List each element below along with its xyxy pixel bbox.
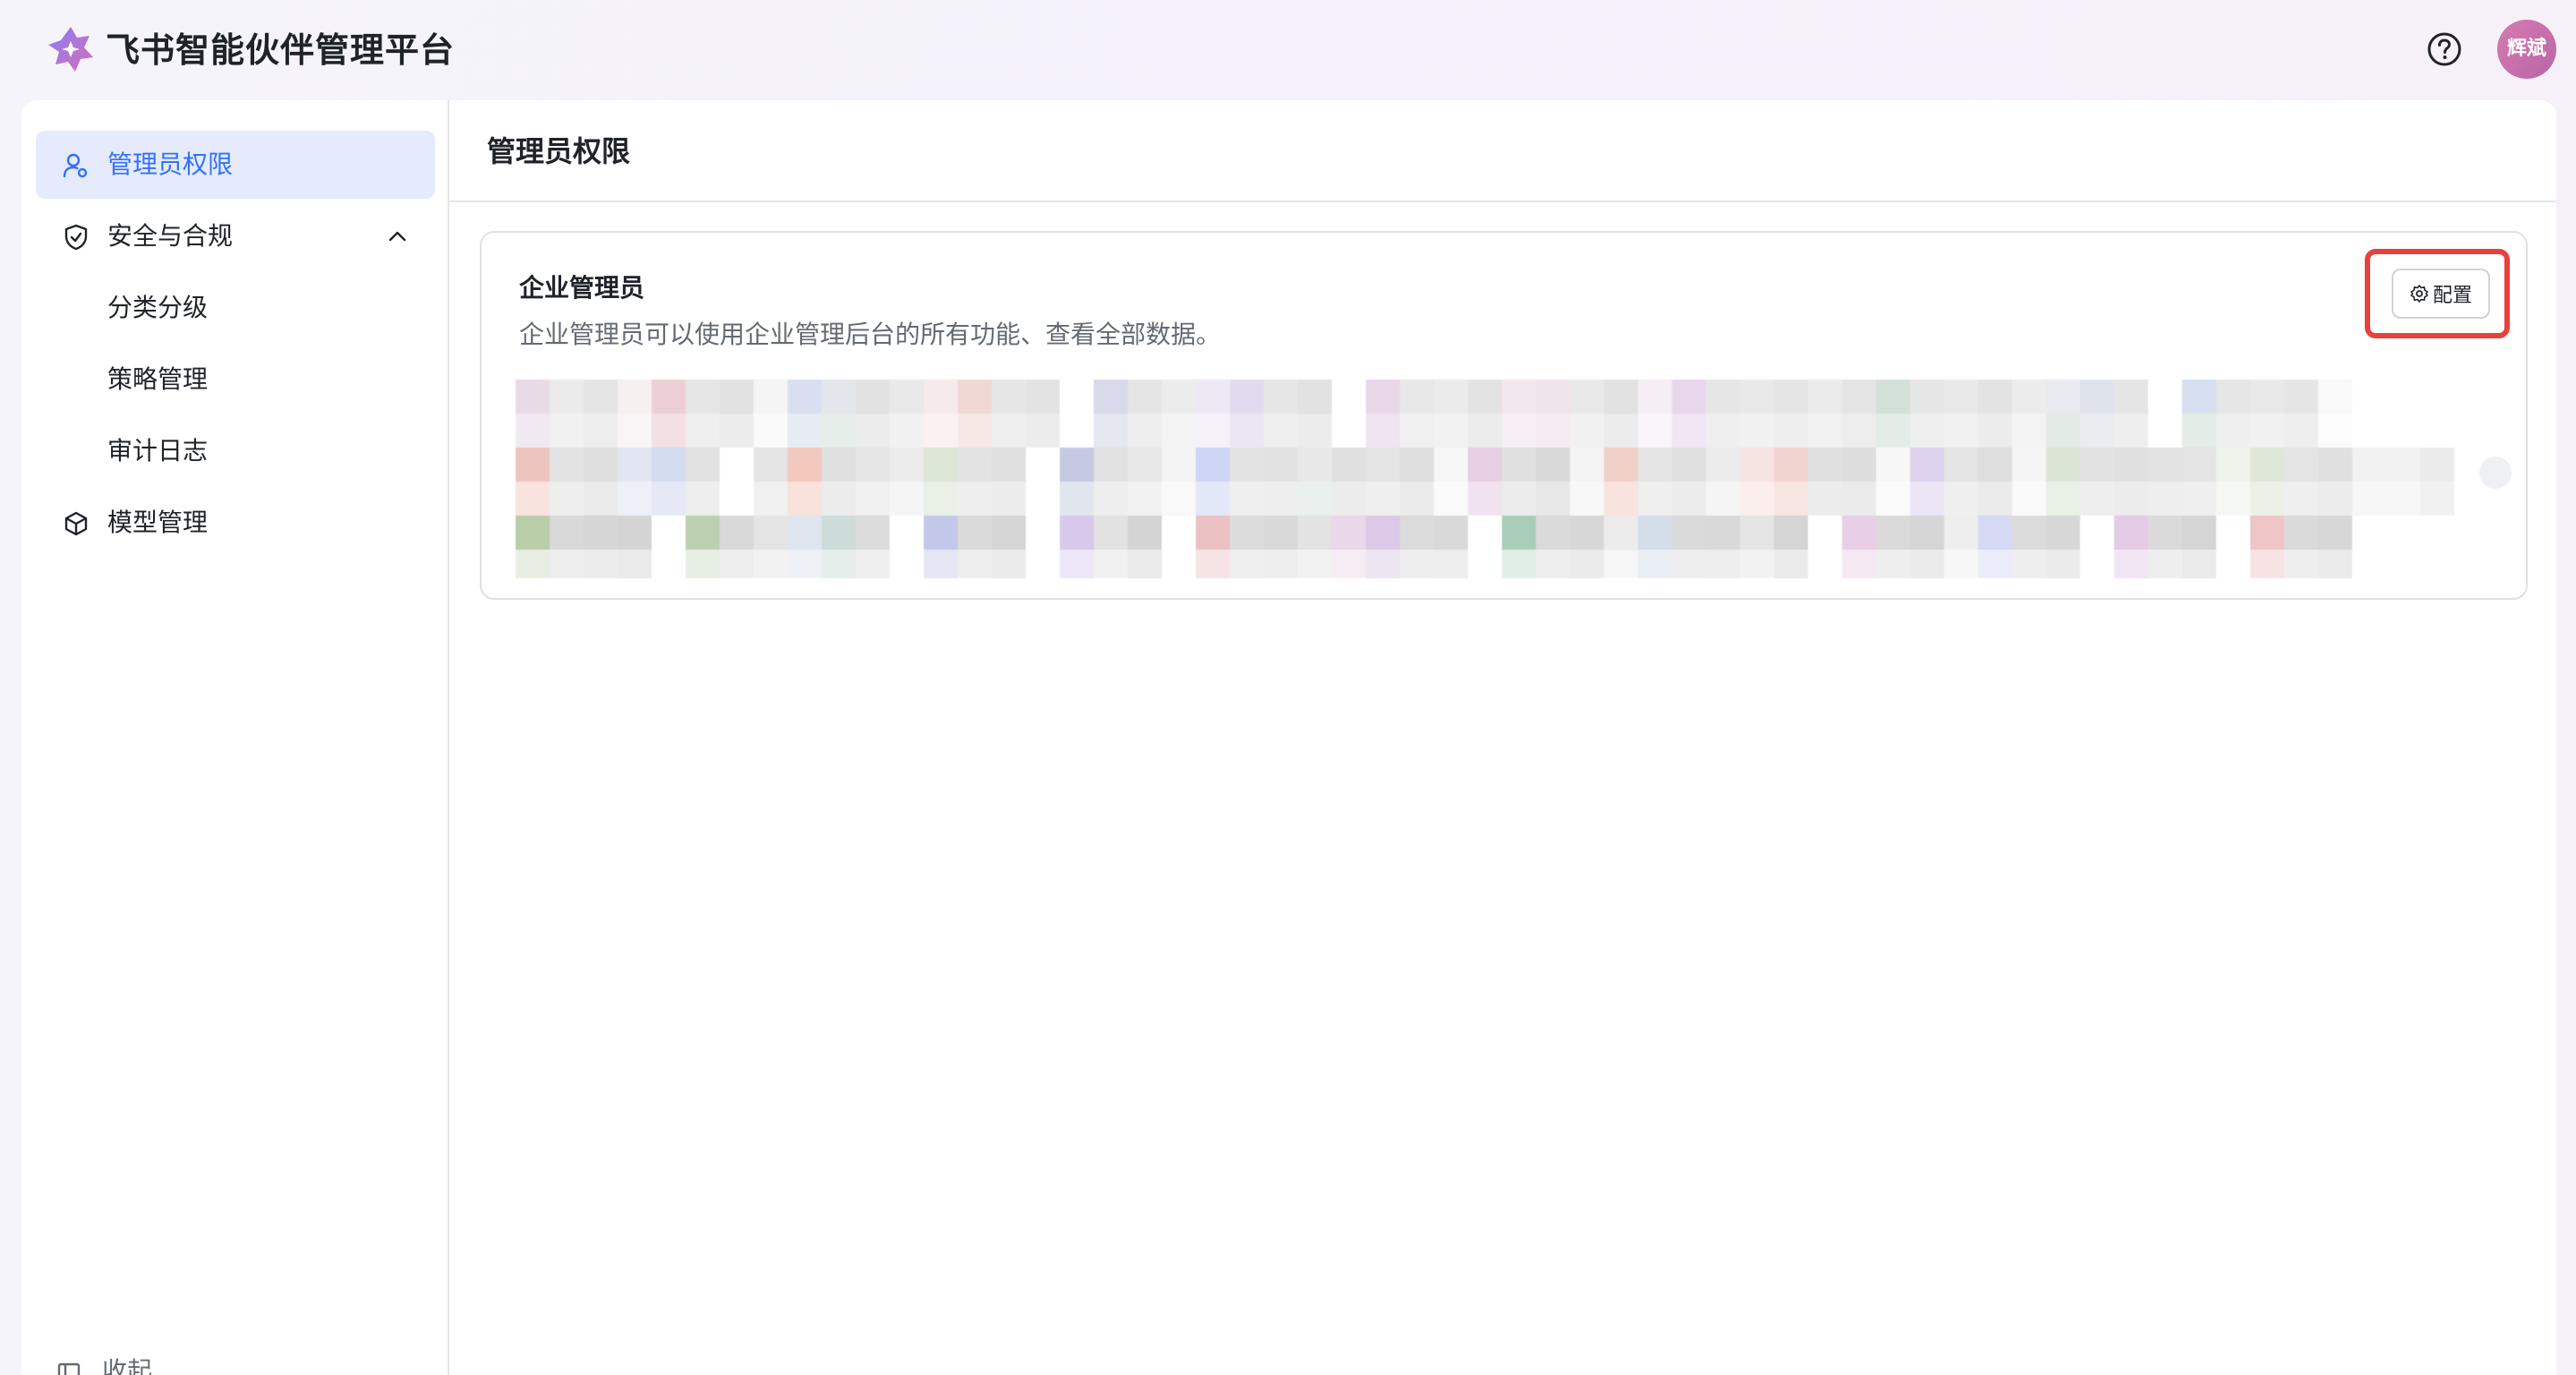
sidebar-item-label: 分类分级 xyxy=(107,293,209,322)
sidebar-item-label: 模型管理 xyxy=(107,508,209,537)
more-actions-icon[interactable] xyxy=(2479,457,2512,489)
card-title: 企业管理员 xyxy=(519,273,645,303)
mosaic-row xyxy=(516,482,2454,516)
sidebar-item-audit-log[interactable]: 审计日志 xyxy=(36,417,435,485)
cube-icon xyxy=(64,511,88,536)
collapse-icon xyxy=(57,1362,81,1375)
app-title: 飞书智能伙伴管理平台 xyxy=(106,30,456,70)
enterprise-admin-card: 企业管理员 企业管理员可以使用企业管理后台的所有功能、查看全部数据。 配置 xyxy=(480,231,2528,600)
gear-icon xyxy=(2410,285,2428,303)
mosaic-row xyxy=(516,414,2352,448)
sidebar-item-label: 管理员权限 xyxy=(107,149,234,179)
main-content: 管理员权限 企业管理员 企业管理员可以使用企业管理后台的所有功能、查看全部数据。… xyxy=(449,100,2556,1375)
help-circle-icon[interactable] xyxy=(2426,30,2463,68)
mosaic-row xyxy=(516,448,2454,482)
mosaic-row xyxy=(516,380,2352,414)
sidebar-item-admin-permissions[interactable]: 管理员权限 xyxy=(36,131,435,199)
mosaic-row xyxy=(516,516,2352,550)
page-title: 管理员权限 xyxy=(487,134,631,168)
sidebar-item-policy-management[interactable]: 策略管理 xyxy=(36,346,435,414)
page-header: 管理员权限 xyxy=(449,100,2556,202)
sidebar-collapse[interactable]: 收起 xyxy=(57,1354,152,1375)
sidebar-item-label: 审计日志 xyxy=(107,436,209,465)
sidebar-item-label: 安全与合规 xyxy=(107,221,234,251)
feishu-logo[interactable] xyxy=(45,23,97,75)
chevron-up-icon[interactable] xyxy=(387,226,408,247)
admin-members-redacted xyxy=(516,380,2479,578)
mosaic-row xyxy=(516,550,2352,578)
config-button[interactable]: 配置 xyxy=(2392,269,2490,319)
config-button-label: 配置 xyxy=(2432,285,2472,307)
user-settings-icon xyxy=(63,153,88,178)
collapse-label: 收起 xyxy=(102,1356,153,1375)
sidebar-item-security-compliance[interactable]: 安全与合规 xyxy=(36,202,435,270)
top-bar: 飞书智能伙伴管理平台 辉斌 xyxy=(0,0,2576,100)
sidebar: 管理员权限 安全与合规 分类分级 策略管理 审计日志 模型管理 收起 xyxy=(21,100,449,1375)
sidebar-item-model-management[interactable]: 模型管理 xyxy=(36,489,435,557)
avatar[interactable]: 辉斌 xyxy=(2497,20,2556,79)
sidebar-item-label: 策略管理 xyxy=(107,364,209,394)
sidebar-item-classification[interactable]: 分类分级 xyxy=(36,274,435,342)
card-description: 企业管理员可以使用企业管理后台的所有功能、查看全部数据。 xyxy=(519,320,1222,349)
shield-check-icon xyxy=(64,224,88,251)
